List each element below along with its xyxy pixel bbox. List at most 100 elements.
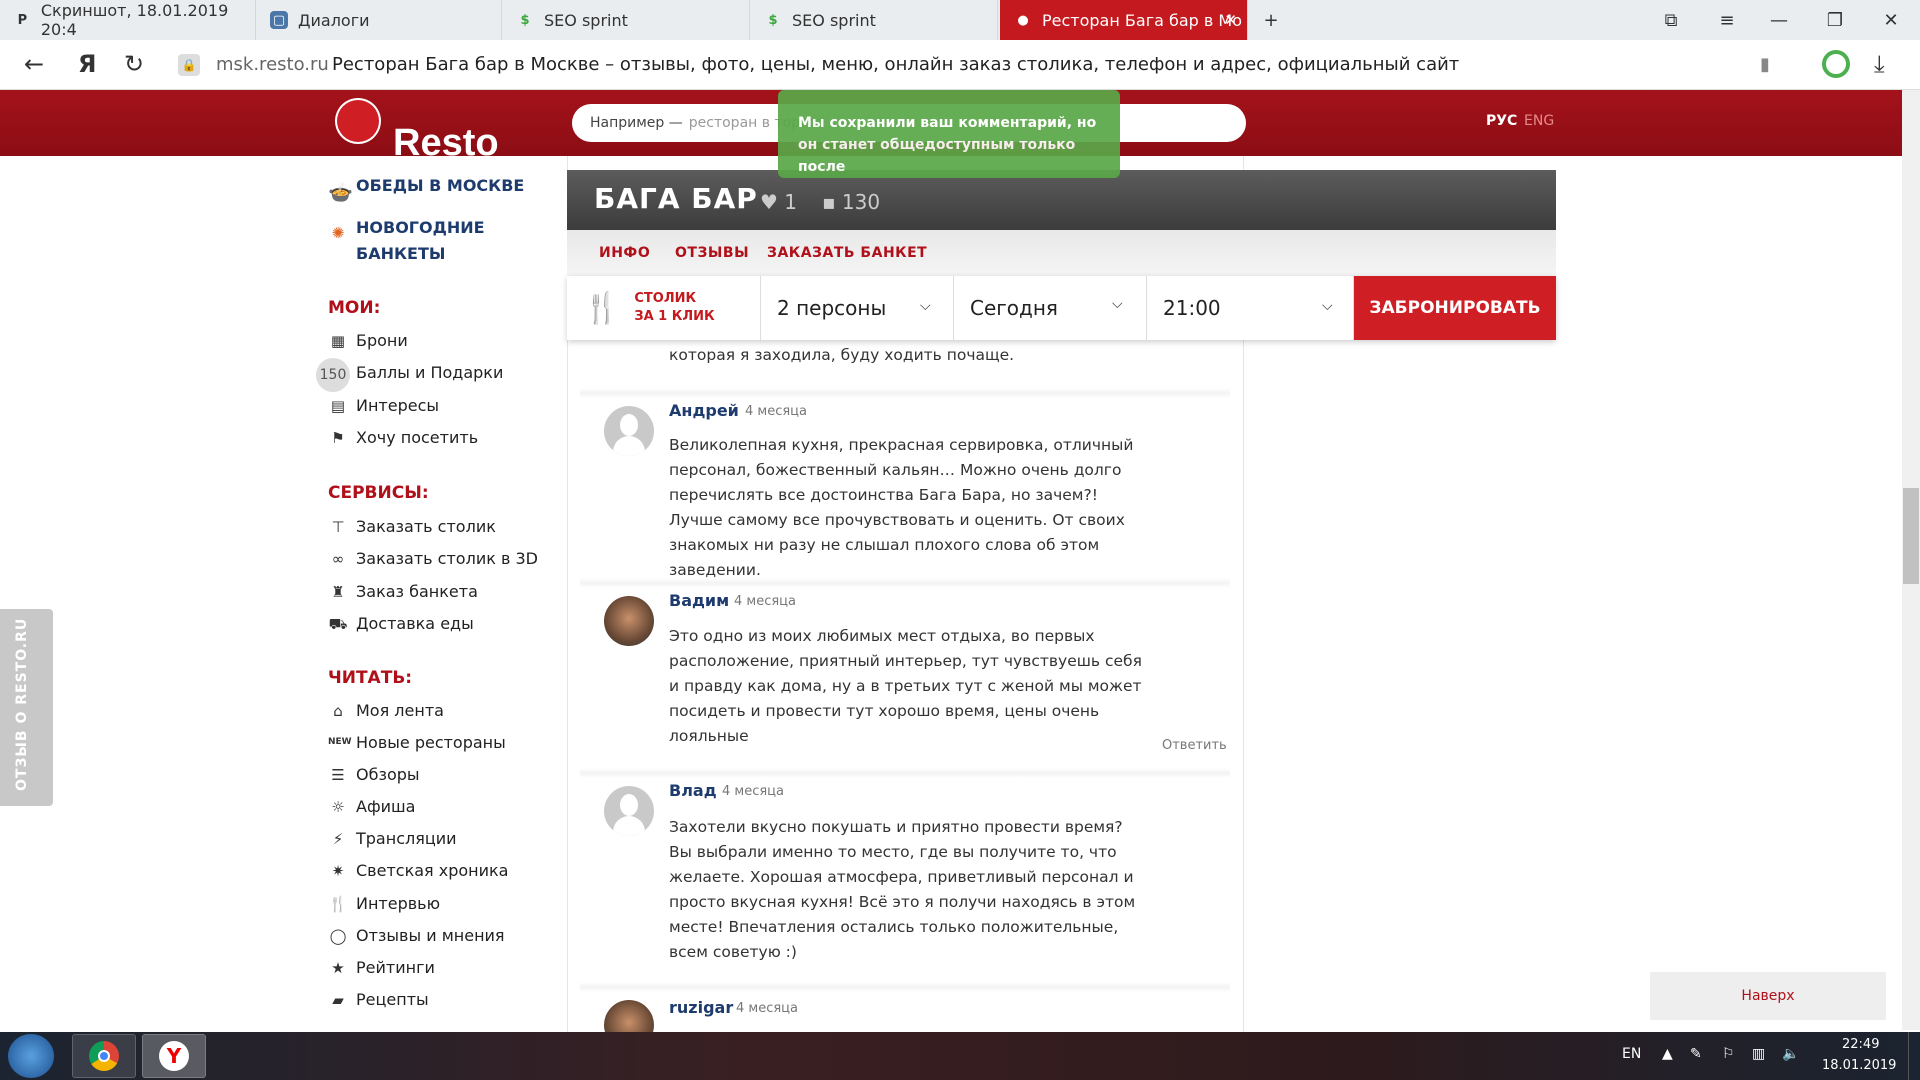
chat-bubble-icon: ◯	[329, 927, 347, 945]
sidebar-item-bookings[interactable]: Брони	[356, 331, 408, 350]
review-author[interactable]: ruzigar	[669, 998, 733, 1017]
sidebar-promo-banquet-2[interactable]: БАНКЕТЫ	[356, 244, 445, 263]
tray-app-icon[interactable]: ✎	[1690, 1046, 1702, 1062]
minimize-icon[interactable]: —	[1754, 0, 1804, 40]
browser-tab[interactable]: $ SEO sprint	[750, 0, 998, 40]
chrome-icon[interactable]	[72, 1034, 136, 1078]
sidebar-item-social[interactable]: Светская хроника	[356, 861, 508, 880]
sidebar-promo-lunch[interactable]: ОБЕДЫ В МОСКВЕ	[356, 176, 524, 195]
avatar[interactable]	[604, 786, 654, 836]
browser-tab[interactable]: P Скриншот, 18.01.2019 20:4	[0, 0, 256, 40]
browser-tab[interactable]: ▢ Диалоги	[256, 0, 502, 40]
keyboard-lang[interactable]: EN	[1622, 1046, 1641, 1062]
likes-count[interactable]: ♥ 1	[760, 190, 797, 214]
flag-icon[interactable]: ⚐	[1722, 1046, 1735, 1062]
toast-notification[interactable]: Мы сохранили ваш комментарий, но он стан…	[778, 90, 1120, 178]
review-author[interactable]: Андрей	[669, 401, 739, 420]
bookmark-icon[interactable]: ▮	[1760, 54, 1770, 75]
sidebar-item-delivery[interactable]: Доставка еды	[356, 614, 474, 633]
review-time: 4 месяца	[745, 404, 807, 419]
review-text: Это одно из моих любимых мест отдыха, во…	[669, 627, 1142, 745]
show-desktop-button[interactable]	[1908, 1032, 1920, 1080]
sidebar-item-book-table[interactable]: Заказать столик	[356, 517, 496, 536]
sidebar-item-afisha[interactable]: Афиша	[356, 797, 415, 816]
download-icon[interactable]: ⤓	[1874, 50, 1885, 78]
tab-reviews[interactable]: ОТЗЫВЫ	[675, 245, 749, 261]
book-button[interactable]: ЗАБРОНИРОВАТЬ	[1354, 276, 1556, 340]
sidebar-item-new-restaurants[interactable]: Новые рестораны	[356, 733, 506, 752]
section-title-read: ЧИТАТЬ:	[328, 668, 413, 688]
pin-icon: ⚑	[331, 429, 345, 447]
new-badge: NEW	[328, 737, 352, 747]
tab-info[interactable]: ИНФО	[599, 245, 650, 261]
windows-start-icon[interactable]	[8, 1034, 54, 1078]
sidebar-item-points[interactable]: Баллы и Подарки	[356, 363, 503, 382]
sidebar-item-interests[interactable]: Интересы	[356, 396, 439, 415]
seosprint-icon: $	[520, 12, 530, 28]
seosprint-icon: $	[768, 12, 778, 28]
back-icon[interactable]: ←	[24, 50, 44, 78]
close-window-icon[interactable]: ✕	[1866, 0, 1916, 40]
avatar[interactable]	[604, 406, 654, 456]
resto-icon: ●	[1017, 12, 1029, 28]
banquet-icon: ♜	[331, 583, 345, 601]
sidebar-item-feed[interactable]: Моя лента	[356, 701, 444, 720]
sidebar-item-book-3d[interactable]: Заказать столик в 3D	[356, 549, 538, 568]
chevron-down-icon: ⌵	[1322, 298, 1333, 314]
section-title-mine: МОИ:	[328, 298, 381, 318]
sidebar-item-opinions[interactable]: Отзывы и мнения	[356, 926, 505, 945]
review-author[interactable]: Влад	[669, 781, 717, 800]
sidebar-item-broadcasts[interactable]: Трансляции	[356, 829, 457, 848]
clock-time[interactable]: 22:49	[1842, 1037, 1879, 1052]
page-title[interactable]: Ресторан Бага бар в Москве – отзывы, фот…	[332, 54, 1459, 75]
resto-logo-icon[interactable]	[337, 100, 379, 142]
tab-banquet[interactable]: ЗАКАЗАТЬ БАНКЕТ	[767, 245, 927, 261]
chevron-down-icon: ⌵	[1112, 296, 1123, 312]
menu-icon[interactable]: ≡	[1702, 0, 1752, 40]
review-time: 4 месяца	[722, 784, 784, 799]
url-host[interactable]: msk.resto.ru	[216, 54, 329, 75]
extension-icon[interactable]	[1822, 50, 1850, 78]
tray-expand-icon[interactable]: ▲	[1662, 1046, 1673, 1062]
calendar-icon: ▦	[330, 332, 346, 350]
network-icon[interactable]: ▥	[1752, 1046, 1765, 1062]
sparkle-icon: ✷	[331, 862, 345, 880]
close-tab-icon[interactable]: ✕	[1224, 11, 1237, 29]
list-icon: ☰	[331, 766, 345, 784]
lock-icon[interactable]: 🔒	[178, 54, 200, 76]
lang-ru[interactable]: РУС	[1486, 113, 1517, 129]
sidebar-item-banquet[interactable]: Заказ банкета	[356, 582, 478, 601]
yandex-browser-icon[interactable]: Y	[142, 1034, 206, 1078]
sidebar-item-wishlist[interactable]: Хочу посетить	[356, 428, 478, 447]
sun-icon: ☼	[331, 798, 345, 816]
scrollbar-thumb[interactable]	[1903, 488, 1919, 584]
volume-icon[interactable]: 🔈	[1782, 1046, 1799, 1062]
lang-en[interactable]: ENG	[1524, 113, 1554, 129]
avatar[interactable]	[604, 596, 654, 646]
clock-date[interactable]: 18.01.2019	[1822, 1058, 1896, 1073]
bookmarks-icon[interactable]: ⧉	[1646, 0, 1696, 40]
yandex-icon[interactable]: Я	[78, 50, 96, 78]
comments-count[interactable]: ▪ 130	[822, 190, 880, 214]
sidebar-item-ratings[interactable]: Рейтинги	[356, 958, 435, 977]
sidebar-promo-banquet[interactable]: НОВОГОДНИЕ	[356, 218, 485, 237]
sidebar-item-recipes[interactable]: Рецепты	[356, 990, 429, 1009]
review-text: Захотели вкусно покушать и приятно прове…	[669, 818, 1136, 961]
feedback-tab[interactable]: ОТЗЫВ О RESTO.RU	[0, 609, 53, 806]
site-logo[interactable]: Resto	[393, 122, 499, 165]
review-author[interactable]: Вадим	[669, 591, 729, 610]
sidebar-item-interview[interactable]: Интервью	[356, 894, 440, 913]
recipe-book-icon: ▰	[332, 991, 344, 1009]
document-icon: ▤	[330, 397, 346, 415]
home-icon: ⌂	[333, 702, 343, 720]
sidebar-item-reviews[interactable]: Обзоры	[356, 765, 420, 784]
back-to-top-button[interactable]: Наверх	[1650, 972, 1886, 1020]
reply-link[interactable]: Ответить	[1162, 738, 1227, 753]
reload-icon[interactable]: ↻	[124, 50, 144, 78]
restore-icon[interactable]: ❐	[1810, 0, 1860, 40]
dish-icon: 🍲	[328, 180, 353, 204]
review-text-previous: которая я заходила, буду ходить почаще.	[669, 346, 1015, 364]
browser-tab-active[interactable]: ● Ресторан Бага бар в Мо ✕	[1000, 0, 1248, 40]
browser-tab[interactable]: $ SEO sprint	[502, 0, 750, 40]
new-tab-icon[interactable]: +	[1246, 0, 1296, 40]
